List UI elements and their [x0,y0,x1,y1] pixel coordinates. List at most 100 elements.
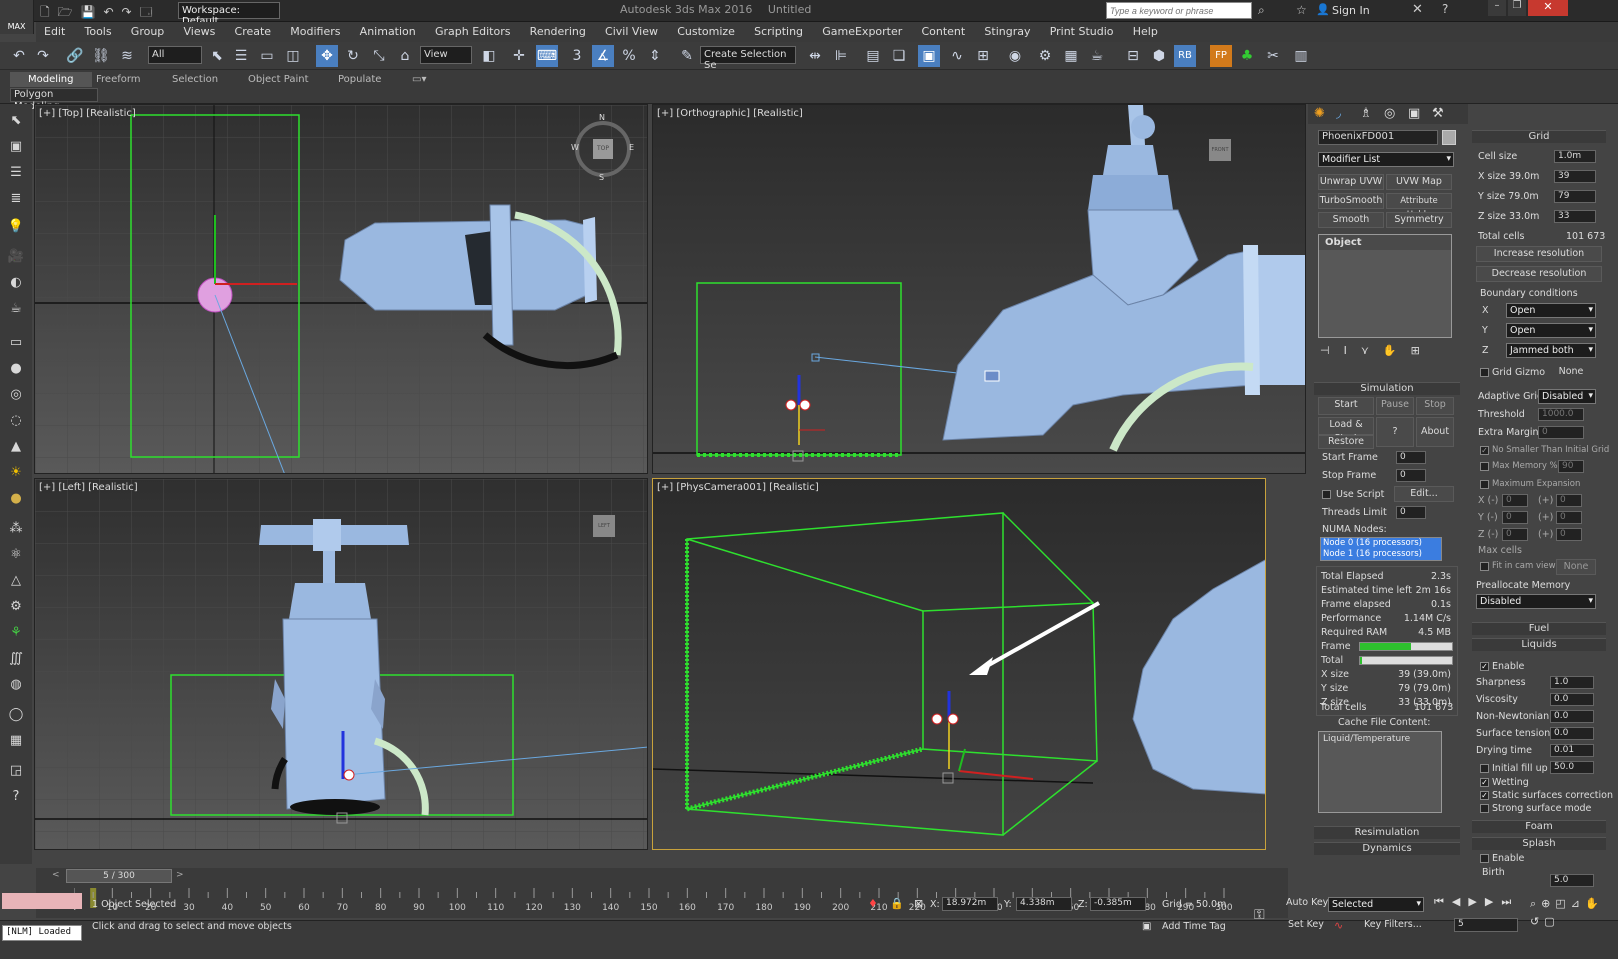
star-icon[interactable]: ☆ [1296,3,1307,17]
hierarchy-tab-icon[interactable]: ♗ [1360,106,1372,121]
schematic-view-icon[interactable]: ⊞ [972,45,994,67]
menu-content[interactable]: Content [913,22,973,41]
key-filters-button[interactable]: Key Filters... [1364,919,1422,930]
selection-filter-dropdown[interactable]: All [148,46,202,64]
zoom-extents-icon[interactable]: ◰ [1555,897,1570,910]
use-script-checkbox[interactable] [1322,490,1331,499]
attribute-holder-button[interactable]: Attribute Holde [1386,193,1452,220]
set-key-icon[interactable]: ∿ [1334,919,1343,932]
viewcube-face[interactable]: TOP [593,139,613,159]
show-end-icon[interactable]: Ⅰ [1344,344,1361,357]
cylinder-icon[interactable]: ◎ [4,384,28,406]
browse-icon[interactable]: ▣ [4,136,28,158]
x-coord-input[interactable]: 18.972m [942,897,998,911]
viscosity-input[interactable]: 0.0 [1550,693,1594,706]
next-frame-icon[interactable]: ▶ [1485,895,1501,908]
undo-icon[interactable]: ↶ [8,45,30,67]
load-start-button[interactable]: Load & Start [1318,417,1374,444]
table-tool-icon[interactable]: ▥ [1290,45,1312,67]
layer-explorer-icon[interactable]: ❏ [888,45,910,67]
percent-snap-icon[interactable]: % [618,45,640,67]
snaps-toggle-icon[interactable]: 3 [566,45,588,67]
time-slider-thumb[interactable]: 5 / 300 [66,869,172,883]
strong-surface-checkbox[interactable] [1480,804,1489,813]
surface-tension-input[interactable]: 0.0 [1550,727,1594,740]
tab-object-paint[interactable]: Object Paint [248,72,309,87]
z-minus-input[interactable]: 0 [1502,528,1528,541]
select-tool-icon[interactable]: ⬉ [4,110,28,132]
tree-icon[interactable]: ♣ [1236,45,1258,67]
align-icon[interactable]: ⊫ [830,45,852,67]
key-icon[interactable]: ⚿ [1254,907,1265,923]
spinner-snap-icon[interactable]: ⇕ [644,45,666,67]
window-crossing-icon[interactable]: ◫ [282,45,304,67]
boundary-z-dropdown[interactable]: Jammed both [1506,343,1596,358]
hair-icon[interactable]: ∭ [4,648,28,670]
tab-populate[interactable]: Populate [338,72,381,87]
viewport-camera-label[interactable]: [+] [PhysCamera001] [Realistic] [657,482,819,493]
isolate-icon[interactable]: ♦ [868,897,878,910]
z-coord-input[interactable]: -0.385m [1090,897,1146,911]
maxscript-listener-pink[interactable] [2,893,82,909]
drying-time-input[interactable]: 0.01 [1550,744,1594,757]
liquids-enable-checkbox[interactable]: ✓ [1480,662,1489,671]
particle-icon[interactable]: ⁂ [4,518,28,540]
start-frame-input[interactable]: 0 [1396,451,1426,464]
menu-animation[interactable]: Animation [352,22,424,41]
render-setup-icon[interactable]: ⚙ [1034,45,1056,67]
fit-cam-checkbox[interactable] [1480,562,1489,571]
explorer-icon[interactable]: ☰ [4,162,28,184]
menu-customize[interactable]: Customize [669,22,743,41]
modifier-list-dropdown[interactable]: Modifier List [1318,152,1454,167]
liquids-rollout-header[interactable]: Liquids [1472,638,1606,651]
viewcube-ortho[interactable]: FRONT [1209,139,1231,161]
viewcube-top[interactable]: TOP N S E W [571,113,634,182]
restore-button-sim[interactable]: Restore [1318,435,1374,449]
y-minus-input[interactable]: 0 [1502,511,1528,524]
stop-frame-input[interactable]: 0 [1396,469,1426,482]
splash-rollout-header[interactable]: Splash [1472,837,1606,850]
prev-frame-icon[interactable]: ◀ [1452,895,1468,908]
adaptive-grid-dropdown[interactable]: Disabled [1538,389,1596,404]
smooth-button[interactable]: Smooth [1318,212,1384,228]
max-memory-input[interactable]: 90 [1558,460,1584,473]
toggle-ribbon-icon[interactable]: ▣ [918,45,940,67]
phoenix-grid-icon[interactable]: ⊟ [1122,45,1144,67]
pin-stack-icon[interactable]: ⊣ [1320,344,1344,357]
add-time-tag-icon[interactable]: ▣ [1142,921,1151,932]
select-object-icon[interactable]: ⬉ [206,45,228,67]
foam-rollout-header[interactable]: Foam [1472,820,1606,833]
viewport-physcamera[interactable]: [+] [PhysCamera001] [Realistic] [652,478,1266,850]
viewport-left[interactable]: [+] [Left] [Realistic] LEFT [34,478,648,850]
preallocate-dropdown[interactable]: Disabled [1476,594,1596,609]
z-size-input[interactable]: 33 [1554,210,1596,223]
remove-modifier-icon[interactable]: ✋ [1383,344,1411,357]
orbit-icon[interactable]: ↺ [1530,915,1544,928]
link-icon[interactable]: 🔗 [64,45,86,67]
torus-icon[interactable]: ◌ [4,410,28,432]
place-icon[interactable]: ⌂ [394,45,416,67]
key-mode-dropdown[interactable]: Selected [1328,897,1424,912]
sphere-icon[interactable]: ● [4,358,28,380]
camera-icon[interactable]: 🎥 [4,246,28,268]
increase-resolution-button[interactable]: Increase resolution [1476,246,1602,262]
scatter-tool-icon[interactable]: ✂ [1262,45,1284,67]
close-button[interactable]: ✕ [1528,0,1568,16]
select-by-name-icon[interactable]: ☰ [230,45,252,67]
cone-icon[interactable]: ▲ [4,436,28,458]
cache-item-liquid[interactable]: Liquid/Temperature [1319,732,1441,746]
light-bulb-icon[interactable]: 💡 [4,216,28,238]
menu-stingray[interactable]: Stingray [976,22,1038,41]
modifier-stack[interactable]: Object [1318,234,1452,338]
time-slider-next-icon[interactable]: > [176,870,184,880]
help-icon[interactable]: ? [1442,2,1448,16]
object-name-field[interactable]: PhoenixFD001 [1318,130,1438,145]
make-unique-icon[interactable]: ⋎ [1361,344,1383,357]
reference-coordinate-dropdown[interactable]: View [420,46,472,64]
menu-tools[interactable]: Tools [77,22,120,41]
exchange-icon[interactable]: ✕ [1412,2,1423,17]
menu-scripting[interactable]: Scripting [746,22,811,41]
set-key-button[interactable]: Set Key [1288,919,1324,930]
unwrap-uvw-button[interactable]: Unwrap UVW [1318,174,1384,190]
menu-print-studio[interactable]: Print Studio [1042,22,1122,41]
